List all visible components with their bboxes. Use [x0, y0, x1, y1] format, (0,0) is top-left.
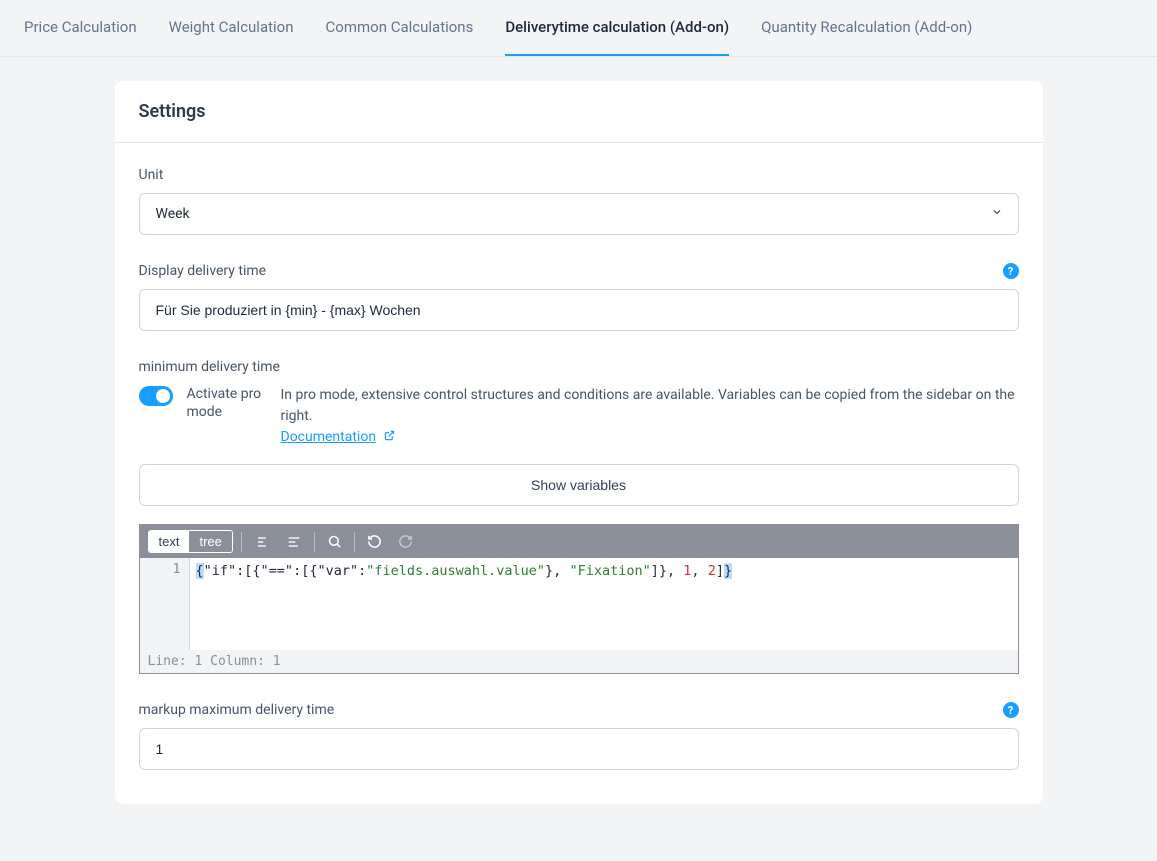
external-link-icon	[384, 427, 395, 448]
markup-max-label: markup maximum delivery time	[139, 702, 335, 718]
pro-mode-description: In pro mode, extensive control structure…	[281, 385, 1019, 448]
editor-content[interactable]: {"if":[{"==":[{"var":"fields.auswahl.val…	[190, 558, 1018, 650]
format-icon[interactable]	[282, 532, 306, 552]
unit-label: Unit	[139, 167, 164, 183]
tab-weight-calculation[interactable]: Weight Calculation	[169, 0, 294, 56]
display-delivery-input[interactable]	[139, 289, 1019, 331]
undo-icon[interactable]	[363, 532, 386, 551]
tabs-bar: Price Calculation Weight Calculation Com…	[0, 0, 1157, 57]
min-delivery-label: minimum delivery time	[139, 359, 280, 375]
display-delivery-group: Display delivery time ?	[139, 263, 1019, 331]
tab-deliverytime-calculation[interactable]: Deliverytime calculation (Add-on)	[505, 0, 729, 56]
markup-max-group: markup maximum delivery time ?	[139, 702, 1019, 770]
toolbar-separator	[314, 532, 315, 552]
card-title: Settings	[139, 101, 1019, 122]
json-editor: text tree	[139, 524, 1019, 674]
mode-tree-button[interactable]: tree	[189, 531, 231, 552]
search-icon[interactable]	[323, 532, 346, 551]
editor-mode-toggle: text tree	[148, 530, 233, 553]
compact-icon[interactable]	[250, 532, 274, 552]
pro-mode-toggle[interactable]	[139, 386, 173, 406]
tab-quantity-recalculation[interactable]: Quantity Recalculation (Add-on)	[761, 0, 972, 56]
unit-group: Unit Week	[139, 167, 1019, 235]
settings-card: Settings Unit Week Display delivery time	[115, 81, 1043, 804]
editor-gutter: 1	[140, 558, 190, 650]
min-delivery-group: minimum delivery time Activate pro mode …	[139, 359, 1019, 674]
tab-price-calculation[interactable]: Price Calculation	[24, 0, 137, 56]
redo-icon[interactable]	[394, 532, 417, 551]
documentation-link[interactable]: Documentation	[281, 429, 377, 445]
toolbar-separator	[354, 532, 355, 552]
editor-toolbar: text tree	[140, 525, 1018, 558]
help-icon[interactable]: ?	[1003, 702, 1019, 718]
show-variables-button[interactable]: Show variables	[139, 464, 1019, 506]
display-delivery-label: Display delivery time	[139, 263, 267, 279]
help-icon[interactable]: ?	[1003, 263, 1019, 279]
editor-status-bar: Line: 1 Column: 1	[140, 650, 1018, 673]
markup-max-input[interactable]	[139, 728, 1019, 770]
toolbar-separator	[241, 532, 242, 552]
tab-common-calculations[interactable]: Common Calculations	[326, 0, 474, 56]
pro-mode-toggle-label: Activate pro mode	[187, 385, 267, 421]
mode-text-button[interactable]: text	[149, 531, 190, 552]
unit-select[interactable]: Week	[139, 193, 1019, 235]
